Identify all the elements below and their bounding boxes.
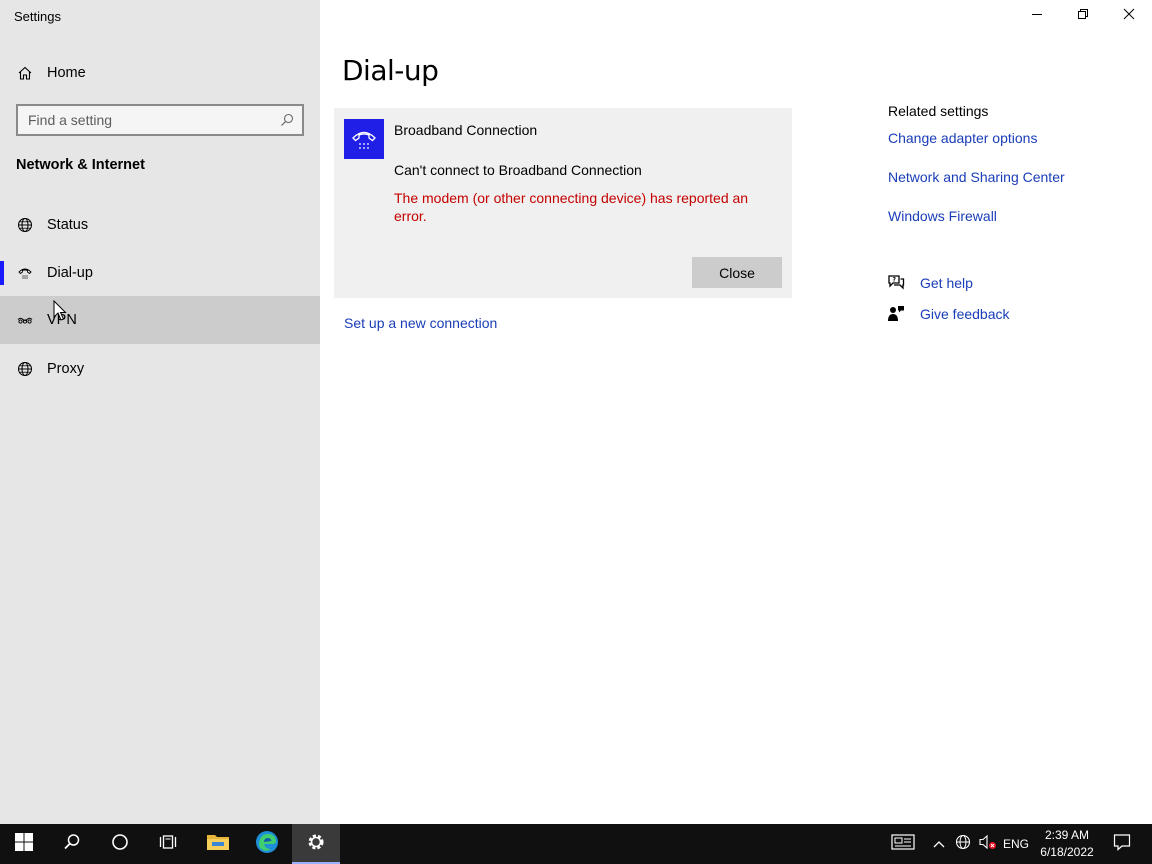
search-icon[interactable] [280,113,294,127]
windows-logo-icon [15,832,33,856]
show-hidden-icons-button[interactable] [928,824,950,864]
vpn-icon [16,311,34,329]
sidebar-item-label: Dial-up [47,265,93,281]
search-box[interactable] [16,104,304,136]
help-chat-icon: ? [886,273,906,293]
setup-new-connection-link[interactable]: Set up a new connection [344,315,497,331]
news-icon [891,833,915,855]
minimize-icon [1031,7,1043,25]
globe-icon [16,360,34,378]
taskbar: ENG 2:39 AM 6/18/2022 [0,824,1152,864]
volume-tray-button[interactable] [976,824,1000,864]
taskbar-clock[interactable]: 2:39 AM 6/18/2022 [1034,824,1100,864]
nav-home[interactable]: Home [0,49,320,97]
input-language-indicator[interactable]: ENG [1002,824,1030,864]
give-feedback-label: Give feedback [920,306,1010,322]
network-sharing-center-link[interactable]: Network and Sharing Center [888,169,1065,185]
selected-indicator [0,261,4,285]
network-globe-icon [955,834,971,855]
taskbar-search-button[interactable] [48,824,96,864]
restore-icon [1077,7,1089,25]
sidebar-item-proxy[interactable]: Proxy [0,345,320,393]
news-widget-button[interactable] [886,824,920,864]
sidebar-item-vpn[interactable]: VPN [0,296,320,344]
search-input[interactable] [18,106,302,134]
edge-browser-button[interactable] [243,824,291,864]
network-tray-button[interactable] [952,824,974,864]
file-explorer-button[interactable] [194,824,242,864]
gear-icon [306,832,326,857]
nav-home-label: Home [47,65,86,81]
connection-error-message: The modem (or other connecting device) h… [394,190,749,224]
connection-status: Can't connect to Broadband Connection [394,162,642,178]
mouse-cursor-icon [53,299,67,322]
feedback-person-icon [886,304,906,324]
action-center-button[interactable] [1104,824,1140,864]
clock-time: 2:39 AM [1044,828,1090,842]
related-settings-heading: Related settings [888,103,989,119]
get-help-link[interactable]: ? Get help [886,272,973,294]
windows-firewall-link[interactable]: Windows Firewall [888,208,997,224]
give-feedback-link[interactable]: Give feedback [886,303,1010,325]
volume-muted-icon [979,834,997,855]
change-adapter-options-link[interactable]: Change adapter options [888,130,1037,146]
sidebar-item-status[interactable]: Status [0,201,320,249]
connection-name: Broadband Connection [394,122,538,138]
globe-status-icon [16,216,34,234]
sidebar: Settings Home Network & Internet Status … [0,0,320,824]
page-title: Dial-up [342,54,439,87]
task-view-icon [159,833,177,856]
sidebar-item-label: Status [47,217,89,233]
minimize-button[interactable] [1014,0,1060,32]
get-help-label: Get help [920,275,973,291]
sidebar-item-label: Proxy [47,361,85,377]
cortana-button[interactable] [96,824,144,864]
restore-button[interactable] [1060,0,1106,32]
sidebar-item-dialup[interactable]: Dial-up [0,249,320,297]
home-icon [16,64,34,82]
cortana-circle-icon [111,833,129,856]
task-view-button[interactable] [144,824,192,864]
dialup-phone-icon [16,264,34,282]
connection-panel[interactable]: Broadband Connection Can't connect to Br… [334,108,792,298]
dialup-connection-icon [344,119,384,159]
svg-text:?: ? [893,277,897,284]
chevron-up-icon [933,835,945,853]
section-heading: Network & Internet [16,157,145,173]
folder-icon [206,832,230,857]
close-window-button[interactable] [1106,0,1152,32]
app-title: Settings [14,9,61,24]
close-icon [1123,7,1135,25]
search-icon [63,833,81,856]
close-button[interactable]: Close [692,257,782,288]
edge-icon [255,830,279,859]
clock-date: 6/18/2022 [1040,845,1094,859]
settings-app-button[interactable] [292,824,340,864]
notification-icon [1113,833,1131,856]
start-button[interactable] [0,824,48,864]
